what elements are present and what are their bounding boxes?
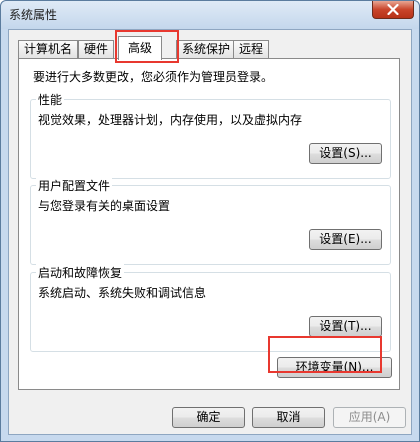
performance-settings-button[interactable]: 设置(S)... — [309, 143, 382, 164]
user-profiles-description: 与您登录有关的桌面设置 — [38, 199, 171, 213]
tab-computer-name[interactable]: 计算机名 — [18, 40, 79, 58]
title-bar[interactable]: 系统属性 — [1, 1, 419, 29]
window-title: 系统属性 — [9, 8, 58, 22]
dialog-client-area: 计算机名 硬件 高级 系统保护 远程 要进行大多数更改，您必须作为管理员登录。 … — [8, 29, 412, 435]
cancel-button[interactable]: 取消 — [252, 407, 325, 428]
environment-variables-button[interactable]: 环境变量(N)... — [277, 357, 392, 378]
user-profiles-settings-button[interactable]: 设置(E)... — [309, 229, 382, 250]
tab-advanced[interactable]: 高级 — [118, 36, 163, 60]
close-icon — [387, 4, 399, 15]
user-profiles-title: 用户配置文件 — [36, 177, 113, 194]
admin-notice: 要进行大多数更改，您必须作为管理员登录。 — [33, 70, 274, 84]
startup-recovery-group: 启动和故障恢复 系统启动、系统失败和调试信息 设置(T)... — [30, 264, 391, 352]
startup-recovery-title: 启动和故障恢复 — [36, 264, 125, 281]
startup-recovery-description: 系统启动、系统失败和调试信息 — [38, 286, 207, 300]
user-profiles-group: 用户配置文件 与您登录有关的桌面设置 设置(E)... — [30, 177, 391, 265]
system-properties-window: 系统属性 计算机名 硬件 高级 系统保护 远程 要进行大多数更改，您必须作为管理… — [0, 0, 420, 442]
performance-group: 性能 视觉效果，处理器计划，内存使用，以及虚拟内存 设置(S)... — [30, 91, 391, 179]
tab-remote[interactable]: 远程 — [233, 40, 270, 58]
performance-description: 视觉效果，处理器计划，内存使用，以及虚拟内存 — [38, 113, 303, 127]
startup-recovery-settings-button[interactable]: 设置(T)... — [309, 316, 382, 337]
tab-system-protection[interactable]: 系统保护 — [176, 40, 237, 58]
performance-title: 性能 — [36, 91, 65, 108]
advanced-tab-panel: 要进行大多数更改，您必须作为管理员登录。 性能 视觉效果，处理器计划，内存使用，… — [18, 58, 400, 390]
tab-hardware[interactable]: 硬件 — [78, 40, 115, 58]
ok-button[interactable]: 确定 — [172, 407, 245, 428]
apply-button[interactable]: 应用(A) — [333, 407, 406, 428]
close-button[interactable] — [372, 1, 414, 19]
